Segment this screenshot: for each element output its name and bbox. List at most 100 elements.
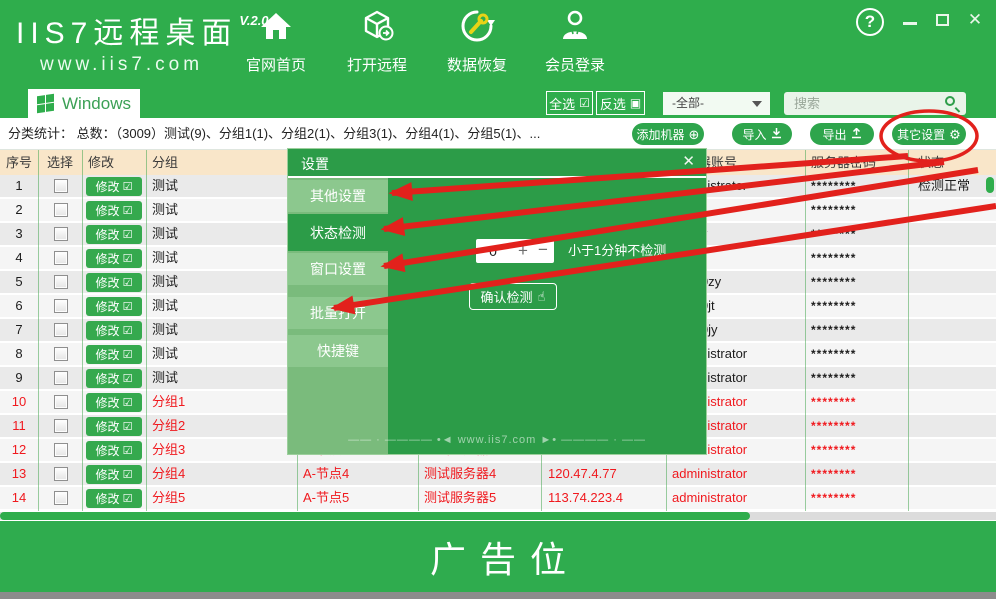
ad-banner[interactable]: 广告位 [0,521,996,592]
row-checkbox[interactable] [54,179,68,193]
modify-button[interactable]: 修改☑ [86,201,142,220]
row-checkbox[interactable] [54,275,68,289]
cell-modify: 修改☑ [82,439,146,461]
interval-value[interactable]: 0 [476,239,510,263]
interval-hint: 小于1分钟不检测 [568,239,666,263]
search-icon[interactable] [945,96,955,106]
cell-modify: 修改☑ [82,487,146,509]
minimize-button[interactable] [900,14,920,25]
cell-modify: 修改☑ [82,391,146,413]
modify-button[interactable]: 修改☑ [86,465,142,484]
cell-status [908,439,996,461]
modify-button[interactable]: 修改☑ [86,369,142,388]
row-checkbox[interactable] [54,371,68,385]
dialog-close-icon[interactable]: ✕ [682,152,695,170]
modify-button[interactable]: 修改☑ [86,225,142,244]
modify-button[interactable]: 修改☑ [86,249,142,268]
cell-select [38,247,82,269]
row-checkbox[interactable] [54,491,68,505]
row-checkbox[interactable] [54,395,68,409]
modify-button[interactable]: 修改☑ [86,441,142,460]
modify-button[interactable]: 修改☑ [86,321,142,340]
select-all-button[interactable]: 全选 ☑ [546,91,593,115]
cell-num: 13 [0,463,38,485]
close-button[interactable]: ✕ [964,10,986,30]
app-window: IIS7远程桌面V.2.0 www.iis7.com 官网首页 打开远程 数据恢… [0,0,996,599]
cell-group: 分组5 [146,487,297,509]
other-settings-button[interactable]: 其它设置 ⚙ [892,123,966,145]
add-machine-button[interactable]: 添加机器 ⊕ [632,123,704,145]
nav-open-remote[interactable]: 打开远程 [332,8,422,78]
row-checkbox[interactable] [54,299,68,313]
edit-check-icon: ☑ [123,272,133,294]
cell-account: administrator [666,463,805,485]
row-checkbox[interactable] [54,323,68,337]
modify-button[interactable]: 修改☑ [86,345,142,364]
cell-select [38,415,82,437]
cell-group: 测试 [146,367,297,389]
group-filter-dropdown[interactable]: -全部- [663,92,770,115]
row-checkbox[interactable] [54,419,68,433]
row-checkbox[interactable] [54,347,68,361]
menu-item-other-settings[interactable]: 其他设置 [288,180,388,212]
row-checkbox[interactable] [54,203,68,217]
cell-modify: 修改☑ [82,367,146,389]
modify-button[interactable]: 修改☑ [86,273,142,292]
edit-check-icon: ☑ [123,200,133,222]
nav-data-recovery[interactable]: 数据恢复 [432,8,522,78]
modify-button[interactable]: 修改☑ [86,177,142,196]
edit-check-icon: ☑ [123,416,133,438]
import-button[interactable]: 导入 [732,123,792,145]
cell-group: 测试 [146,271,297,293]
menu-item-status-check[interactable]: 状态检测 [288,214,388,251]
cell-select [38,271,82,293]
grid-line [908,150,909,511]
cell-select [38,487,82,509]
confirm-check-button[interactable]: 确认检测 ☝ [469,283,557,310]
horizontal-scrollbar [0,512,996,520]
cell-select [38,223,82,245]
maximize-button[interactable] [932,12,952,26]
spinner-plus-icon[interactable]: + [514,239,532,263]
grid-line [805,150,806,511]
cell-password: ******** [805,199,908,221]
export-button[interactable]: 导出 [810,123,874,145]
table-row: 14修改☑分组5A-节点5测试服务器5113.74.223.4administr… [0,487,996,511]
nav-home[interactable]: 官网首页 [231,8,321,78]
help-button[interactable]: ? [856,8,884,36]
modify-button[interactable]: 修改☑ [86,297,142,316]
search-input[interactable] [784,92,966,115]
tab-windows[interactable]: Windows [28,89,140,118]
spinner-minus-icon[interactable]: − [534,239,552,263]
invert-select-button[interactable]: 反选 ▣ [596,91,645,115]
row-checkbox[interactable] [54,467,68,481]
edit-check-icon: ☑ [123,488,133,510]
menu-item-batch-open[interactable]: 批量打开 [288,297,388,329]
menu-item-hotkeys[interactable]: 快捷键 [288,335,388,367]
row-checkbox[interactable] [54,227,68,241]
cell-password: ******** [805,271,908,293]
nav-member-login[interactable]: 会员登录 [530,8,620,78]
cell-password: ******** [805,343,908,365]
cell-password: ******** [805,223,908,245]
checkbox-checked-icon: ☑ [579,96,590,110]
modify-button[interactable]: 修改☑ [86,393,142,412]
column-header: 序号 [0,150,38,175]
horizontal-scrollbar-thumb[interactable] [0,512,750,520]
modify-button[interactable]: 修改☑ [86,489,142,508]
ad-label: 广告位 [416,531,580,583]
cell-group: 测试 [146,199,297,221]
cell-num: 1 [0,175,38,197]
cell-status [908,487,996,509]
cell-password: ******** [805,295,908,317]
vertical-scrollbar-thumb[interactable] [986,177,994,193]
cell-account: administrator [666,487,805,509]
menu-item-window-settings[interactable]: 窗口设置 [288,253,388,285]
edit-check-icon: ☑ [123,296,133,318]
modify-button[interactable]: 修改☑ [86,417,142,436]
column-header: 选择 [38,150,82,175]
export-up-icon [851,128,862,141]
row-checkbox[interactable] [54,443,68,457]
row-checkbox[interactable] [54,251,68,265]
cell-password: ******** [805,391,908,413]
